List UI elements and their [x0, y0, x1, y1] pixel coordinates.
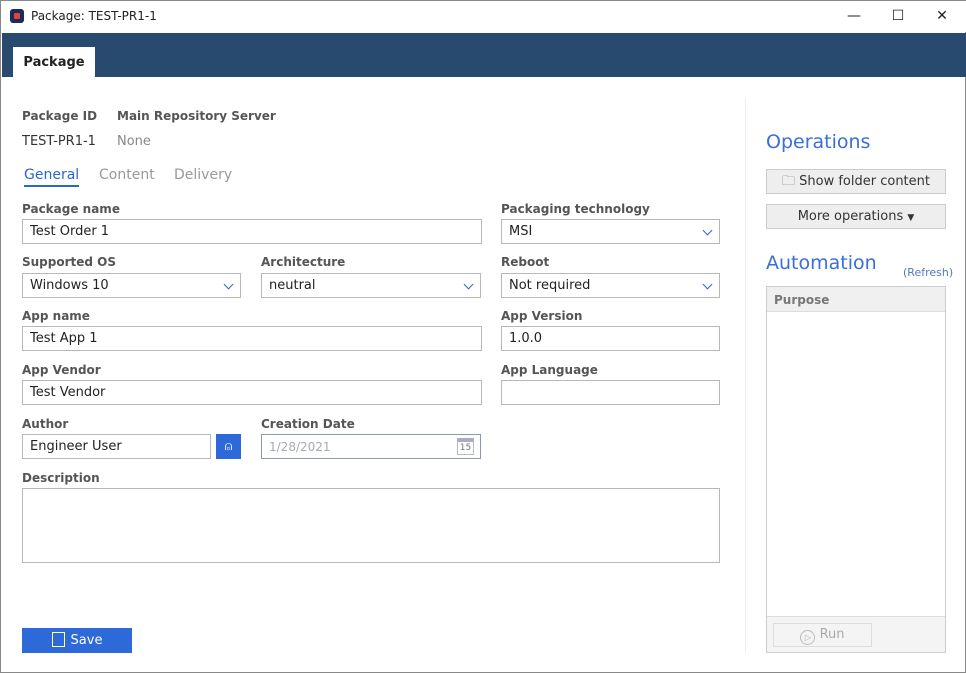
user-icon: ⍝	[224, 439, 233, 454]
server-value: None	[117, 134, 151, 149]
app-version-label: App Version	[501, 309, 583, 323]
save-button[interactable]: Save	[22, 628, 132, 653]
save-label: Save	[70, 633, 103, 648]
creation-date-value: 1/28/2021	[269, 440, 331, 454]
app-name-label: App name	[22, 309, 90, 323]
reboot-label: Reboot	[501, 255, 550, 269]
app-version-input[interactable]: 1.0.0	[501, 326, 720, 351]
app-icon	[10, 9, 24, 23]
run-button[interactable]: ▷ Run	[773, 623, 872, 647]
app-vendor-input[interactable]: Test Vendor	[22, 380, 482, 405]
tab-delivery[interactable]: Delivery	[174, 167, 232, 183]
description-textarea[interactable]	[22, 488, 720, 563]
automation-title: Automation	[766, 252, 877, 274]
caret-down-icon: ▼	[907, 213, 915, 223]
package-id-value: TEST-PR1-1	[22, 134, 96, 149]
more-operations-button[interactable]: More operations ▼	[766, 204, 946, 229]
tab-content[interactable]: Content	[99, 167, 155, 183]
packaging-technology-select[interactable]: MSI	[501, 219, 720, 244]
operations-title: Operations	[766, 131, 871, 153]
architecture-select[interactable]: neutral	[261, 273, 481, 298]
window-title: Package: TEST-PR1-1	[31, 9, 157, 23]
package-name-label: Package name	[22, 202, 120, 216]
save-icon	[51, 632, 65, 647]
refresh-link[interactable]: (Refresh)	[903, 266, 953, 279]
minimize-button[interactable]: —	[839, 5, 869, 27]
package-id-label: Package ID	[22, 109, 98, 123]
architecture-label: Architecture	[261, 255, 346, 269]
select-user-button[interactable]: ⍝	[216, 434, 241, 459]
app-name-input[interactable]: Test App 1	[22, 326, 482, 351]
tab-general[interactable]: General	[24, 167, 80, 187]
tab-package[interactable]: Package	[13, 47, 95, 77]
purpose-column-header[interactable]: Purpose	[767, 287, 945, 312]
play-icon: ▷	[800, 630, 816, 645]
packaging-technology-label: Packaging technology	[501, 202, 650, 216]
show-folder-content-button[interactable]: 🗀 Show folder content	[766, 169, 946, 194]
calendar-icon[interactable]: 15	[457, 438, 474, 455]
supported-os-label: Supported OS	[22, 255, 117, 269]
automation-footer: ▷ Run	[767, 616, 945, 652]
creation-date-label: Creation Date	[261, 417, 355, 431]
package-name-input[interactable]: Test Order 1	[22, 219, 482, 244]
reboot-select[interactable]: Not required	[501, 273, 720, 298]
author-label: Author	[22, 417, 69, 431]
close-button[interactable]: ✕	[927, 5, 957, 27]
app-vendor-label: App Vendor	[22, 363, 101, 377]
title-bar: Package: TEST-PR1-1 — ☐ ✕	[1, 1, 966, 32]
header-bar: Package	[2, 33, 966, 77]
supported-os-select[interactable]: Windows 10	[22, 273, 241, 298]
description-label: Description	[22, 471, 100, 485]
divider	[745, 97, 746, 653]
automation-list: Purpose ▷ Run	[766, 286, 946, 653]
maximize-button[interactable]: ☐	[883, 5, 913, 27]
app-language-input[interactable]	[501, 380, 720, 405]
folder-icon: 🗀	[782, 174, 800, 189]
author-input[interactable]: Engineer User	[22, 434, 211, 459]
run-label: Run	[819, 627, 845, 642]
app-language-label: App Language	[501, 363, 598, 377]
show-folder-label: Show folder content	[799, 174, 930, 189]
creation-date-input: 1/28/2021 15	[261, 434, 481, 459]
server-label: Main Repository Server	[117, 109, 276, 123]
window: Package: TEST-PR1-1 — ☐ ✕ Package Packag…	[0, 0, 966, 673]
more-operations-label: More operations	[797, 209, 904, 224]
